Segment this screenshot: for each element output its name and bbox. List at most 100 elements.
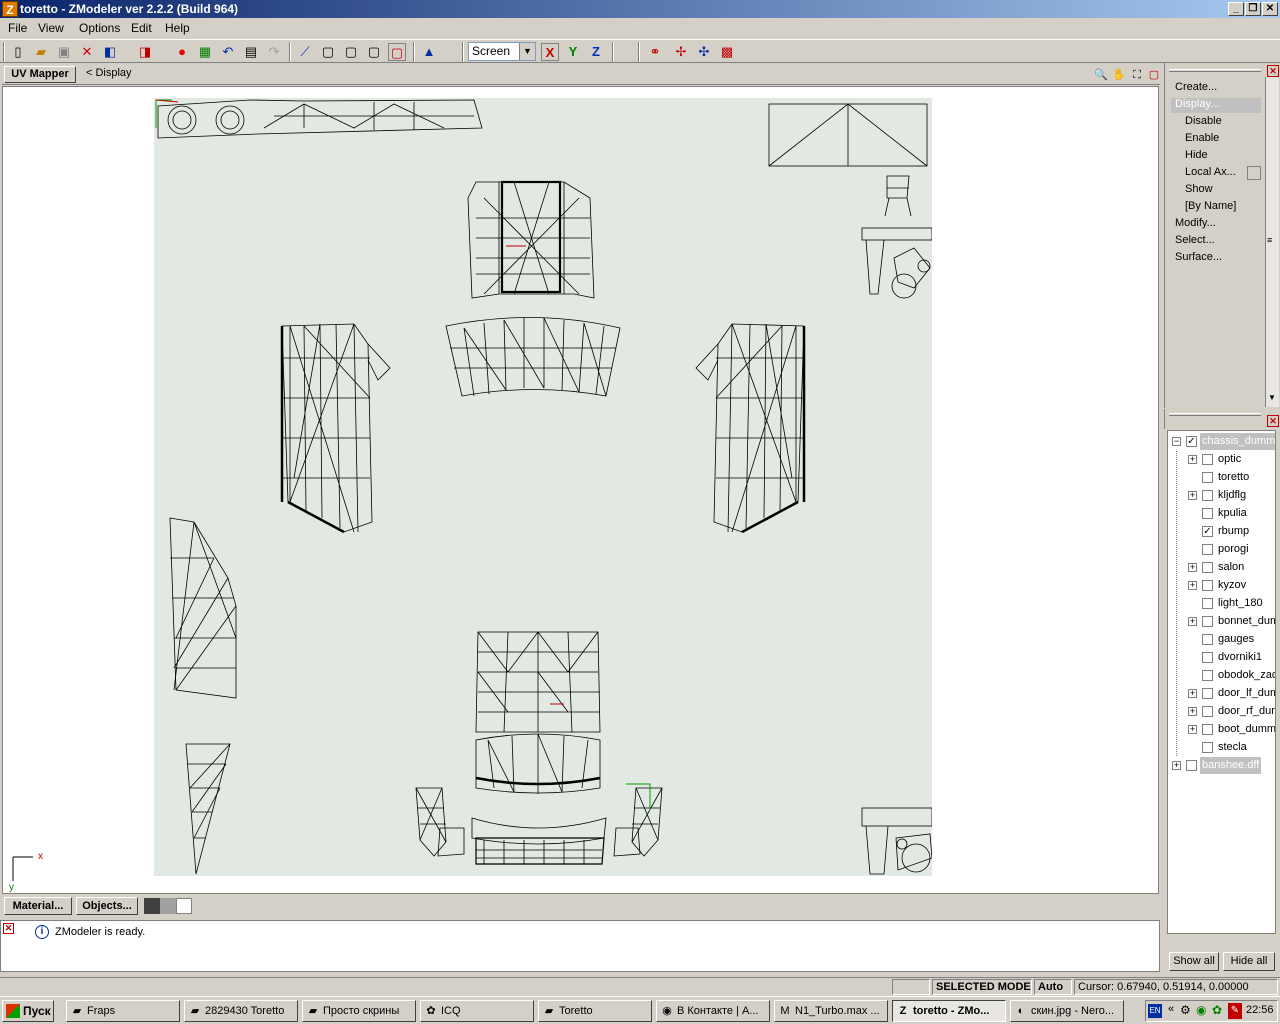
tree-hscrollbar[interactable]: ◀ ▶ bbox=[1168, 933, 1276, 934]
title-bar[interactable]: Z toretto - ZModeler ver 2.2.2 (Build 96… bbox=[0, 0, 1280, 18]
scroll-down-icon[interactable]: ▼ bbox=[1268, 393, 1276, 402]
panel-grip[interactable] bbox=[1169, 69, 1261, 72]
antivirus-icon[interactable]: ◉ bbox=[1196, 1003, 1206, 1017]
show-all-button[interactable]: Show all bbox=[1169, 952, 1219, 971]
expand-icon[interactable]: + bbox=[1188, 581, 1197, 590]
open-icon[interactable]: ▰ bbox=[32, 43, 50, 61]
cmd-enable[interactable]: Enable bbox=[1185, 132, 1219, 144]
tab-uv-mapper[interactable]: UV Mapper bbox=[4, 66, 76, 83]
material-button[interactable]: Material... bbox=[4, 897, 72, 915]
box3-icon[interactable]: ▢ bbox=[365, 43, 383, 61]
command-scrollbar[interactable]: ≡ ▼ bbox=[1265, 77, 1279, 407]
uv-texture-sheet[interactable] bbox=[154, 98, 932, 876]
language-indicator[interactable]: EN bbox=[1148, 1004, 1162, 1018]
menu-view[interactable]: View bbox=[38, 21, 64, 35]
expand-icon[interactable]: + bbox=[1188, 617, 1197, 626]
close-tree-icon[interactable]: ✕ bbox=[1267, 415, 1279, 427]
taskbar-item[interactable]: Ztoretto - ZMo... bbox=[892, 1000, 1006, 1022]
chevron-down-icon[interactable]: ▼ bbox=[519, 43, 535, 60]
redo-icon[interactable]: ↷ bbox=[265, 43, 283, 61]
close-button[interactable]: ✕ bbox=[1262, 2, 1278, 16]
minimize-button[interactable]: _ bbox=[1228, 2, 1244, 16]
scroll-grip-icon[interactable]: ≡ bbox=[1267, 235, 1272, 245]
expand-icon[interactable]: + bbox=[1188, 689, 1197, 698]
tree-checkbox[interactable] bbox=[1202, 490, 1213, 501]
tree-checkbox[interactable]: ✓ bbox=[1186, 436, 1197, 447]
axis-z-toggle[interactable]: Z bbox=[587, 43, 605, 61]
hide-all-button[interactable]: Hide all bbox=[1223, 952, 1275, 971]
zoom-extents-icon[interactable]: ⛶ bbox=[1128, 66, 1146, 84]
menu-file[interactable]: File bbox=[8, 21, 27, 35]
vertex-icon[interactable]: ⟋ bbox=[296, 43, 314, 61]
tree-checkbox[interactable] bbox=[1202, 598, 1213, 609]
taskbar-item[interactable]: ▰ Просто скрины bbox=[302, 1000, 416, 1022]
object-tree[interactable]: − ✓ chassis_dummy + optic toretto + kljdflg kpul… bbox=[1167, 430, 1276, 934]
acrobat-tray-icon[interactable]: ✎ bbox=[1228, 1003, 1242, 1019]
box-icon[interactable]: ▢ bbox=[319, 43, 337, 61]
swatch-dark[interactable] bbox=[144, 898, 160, 914]
undo-icon[interactable]: ↶ bbox=[219, 43, 237, 61]
tree-checkbox[interactable] bbox=[1202, 634, 1213, 645]
taskbar-item[interactable]: ✿ ICQ bbox=[420, 1000, 534, 1022]
tree-checkbox[interactable] bbox=[1202, 742, 1213, 753]
zoom-icon[interactable]: 🔍 bbox=[1092, 66, 1110, 84]
tree-checkbox[interactable] bbox=[1202, 670, 1213, 681]
pan-icon[interactable]: ✋ bbox=[1110, 66, 1128, 84]
tree-checkbox[interactable] bbox=[1202, 652, 1213, 663]
restore-button[interactable]: ❐ bbox=[1245, 2, 1261, 16]
properties-icon[interactable]: ▤ bbox=[242, 43, 260, 61]
cmd-select[interactable]: Select... bbox=[1175, 234, 1215, 246]
swatch-light[interactable] bbox=[176, 898, 192, 914]
tree-checkbox[interactable] bbox=[1202, 472, 1213, 483]
axis-y-toggle[interactable]: Y bbox=[564, 43, 582, 61]
log-panel[interactable]: ✕ i ZModeler is ready. bbox=[0, 920, 1160, 972]
local-axes-toggle[interactable] bbox=[1247, 166, 1261, 180]
tray-arrow-icon[interactable]: « bbox=[1168, 1003, 1174, 1015]
zmodeler-app-icon[interactable]: Z bbox=[2, 1, 18, 17]
tree-checkbox[interactable] bbox=[1186, 760, 1197, 771]
taskbar-item[interactable]: ◉ В Контакте | А... bbox=[656, 1000, 770, 1022]
export-icon[interactable]: ◨ bbox=[136, 43, 154, 61]
expand-icon[interactable]: + bbox=[1188, 563, 1197, 572]
material-icon[interactable]: ● bbox=[173, 43, 191, 61]
axis-x-toggle[interactable]: X bbox=[541, 43, 559, 61]
box4-icon[interactable]: ▢ bbox=[388, 43, 406, 61]
taskbar-item[interactable]: ◐ скин.jpg - Nero... bbox=[1010, 1000, 1124, 1022]
cmd-by-name[interactable]: [By Name] bbox=[1185, 200, 1236, 212]
tree-checkbox[interactable] bbox=[1202, 706, 1213, 717]
cmd-local-axes[interactable]: Local Ax... bbox=[1185, 166, 1236, 178]
cmd-surface[interactable]: Surface... bbox=[1175, 251, 1222, 263]
taskbar-item[interactable]: ▰ Toretto bbox=[538, 1000, 652, 1022]
uv-viewport[interactable]: x y bbox=[2, 86, 1159, 894]
tree-checkbox[interactable] bbox=[1202, 508, 1213, 519]
save-icon[interactable]: ▣ bbox=[55, 43, 73, 61]
expand-icon[interactable]: + bbox=[1188, 455, 1197, 464]
menu-options[interactable]: Options bbox=[79, 21, 120, 35]
scale-icon[interactable]: ✣ bbox=[695, 43, 713, 61]
network-icon[interactable]: ⚙ bbox=[1180, 1003, 1191, 1017]
grid-icon[interactable]: ▩ bbox=[718, 43, 736, 61]
view-select[interactable]: Screen ▼ bbox=[468, 42, 536, 61]
texture-icon[interactable]: ▦ bbox=[196, 43, 214, 61]
taskbar-item[interactable]: ▰ Fraps bbox=[66, 1000, 180, 1022]
expand-icon[interactable]: + bbox=[1172, 761, 1181, 770]
tree-checkbox[interactable] bbox=[1202, 688, 1213, 699]
tree-checkbox[interactable] bbox=[1202, 580, 1213, 591]
cmd-disable[interactable]: Disable bbox=[1185, 115, 1222, 127]
new-icon[interactable]: ▯ bbox=[9, 43, 27, 61]
icq-tray-icon[interactable]: ✿ bbox=[1212, 1003, 1222, 1017]
cmd-create[interactable]: Create... bbox=[1175, 81, 1217, 93]
delete-icon[interactable]: ✕ bbox=[78, 43, 96, 61]
tree-checkbox[interactable] bbox=[1202, 454, 1213, 465]
swatch-mid[interactable] bbox=[160, 898, 176, 914]
taskbar-item[interactable]: M N1_Turbo.max ... bbox=[774, 1000, 888, 1022]
tree-checkbox[interactable] bbox=[1202, 544, 1213, 555]
import-icon[interactable]: ◧ bbox=[101, 43, 119, 61]
clock[interactable]: 22:56 bbox=[1246, 1004, 1274, 1016]
breadcrumb[interactable]: < Display bbox=[86, 67, 132, 79]
tree-grip[interactable] bbox=[1169, 413, 1261, 416]
move-icon[interactable]: ✢ bbox=[672, 43, 690, 61]
box2-icon[interactable]: ▢ bbox=[342, 43, 360, 61]
start-button[interactable]: Пуск bbox=[2, 1000, 54, 1022]
cmd-modify[interactable]: Modify... bbox=[1175, 217, 1216, 229]
